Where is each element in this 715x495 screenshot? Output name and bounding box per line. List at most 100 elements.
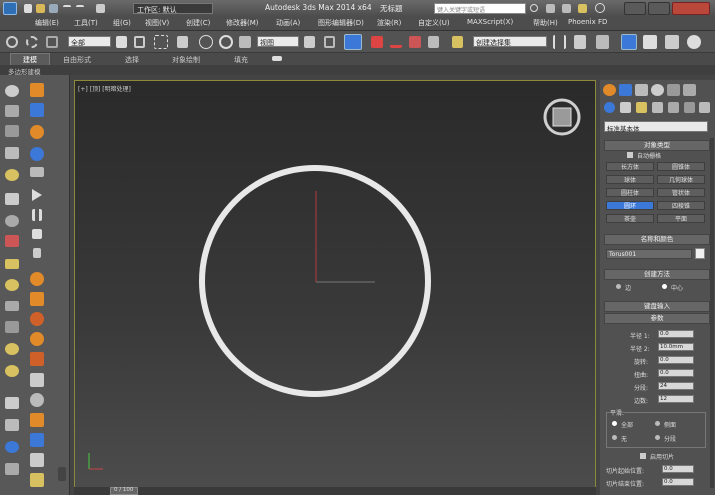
ribbon-tool-icon-11[interactable] <box>5 301 19 311</box>
render-teapot-icon[interactable] <box>687 35 701 49</box>
communication-icon[interactable] <box>562 4 571 13</box>
stop-icon[interactable] <box>32 229 42 239</box>
creation-edge-radio[interactable] <box>616 284 621 289</box>
object-name-field[interactable]: Torus001 <box>606 249 692 259</box>
fx-tool-icon-4[interactable] <box>30 332 44 346</box>
cameras-icon[interactable] <box>652 102 663 113</box>
space-warps-icon[interactable] <box>684 102 695 113</box>
rotate-icon[interactable] <box>219 35 233 49</box>
utilities-tab-icon[interactable] <box>683 84 696 96</box>
render-setup-icon[interactable] <box>665 35 679 49</box>
menu-help[interactable]: 帮助(H) <box>533 18 558 28</box>
param-rotation-spinner[interactable]: 0.0 <box>658 356 694 364</box>
window-crossing-icon[interactable] <box>177 36 188 48</box>
snap-toggle-icon[interactable] <box>371 36 383 48</box>
reference-coordinate-dropdown[interactable]: 视图 <box>257 36 299 47</box>
save-file-icon[interactable] <box>49 4 58 13</box>
menu-tools[interactable]: 工具(T) <box>74 18 98 28</box>
tab-selection[interactable]: 选择 <box>125 55 139 65</box>
ribbon-tool-icon-2[interactable] <box>5 105 19 117</box>
expand-arrow-icon[interactable] <box>58 467 66 481</box>
layer-manager-icon[interactable] <box>596 35 609 49</box>
help-icon[interactable] <box>595 3 605 13</box>
viewport-top[interactable]: [+] [顶] [明暗处理] <box>74 80 596 488</box>
param-sides-spinner[interactable]: 12 <box>658 395 694 403</box>
tab-modeling[interactable]: 建模 <box>10 53 50 65</box>
scale-icon[interactable] <box>239 36 251 48</box>
ribbon-tool-icon-9[interactable] <box>5 259 19 269</box>
modify-tab-icon[interactable] <box>619 84 632 96</box>
menu-group[interactable]: 组(G) <box>113 18 131 28</box>
lights-icon[interactable] <box>636 102 647 113</box>
menu-animation[interactable]: 动画(A) <box>276 18 300 28</box>
cone-button[interactable]: 圆锥体 <box>657 162 705 171</box>
slice-to-spinner[interactable]: 0.0 <box>662 478 694 486</box>
search-box[interactable]: 键入关键字或短语 <box>434 3 526 14</box>
slice-from-spinner[interactable]: 0.0 <box>662 465 694 473</box>
ribbon-tool-icon-12[interactable] <box>5 321 19 333</box>
pivot-point-icon[interactable] <box>304 36 315 48</box>
plane-button[interactable]: 平面 <box>657 214 705 223</box>
menu-edit[interactable]: 编辑(E) <box>35 18 59 28</box>
favorites-icon[interactable] <box>578 4 587 13</box>
link-icon[interactable] <box>6 36 18 48</box>
param-twist-spinner[interactable]: 0.0 <box>658 369 694 377</box>
new-file-icon[interactable] <box>24 4 32 13</box>
param-segments-spinner[interactable]: 24 <box>658 382 694 390</box>
ribbon-tool-icon-6[interactable] <box>5 193 19 205</box>
command-panel-scrollbar[interactable] <box>710 138 714 488</box>
ribbon-tool-icon-3[interactable] <box>5 125 19 137</box>
torus-button[interactable]: 圆环 <box>606 201 654 210</box>
undo-icon[interactable] <box>63 5 71 11</box>
slice-on-checkbox[interactable] <box>640 453 646 459</box>
named-selection-dropdown[interactable]: 创建选择集 <box>473 36 547 47</box>
subscription-icon[interactable] <box>546 4 555 13</box>
anim-tool-icon-5[interactable] <box>30 167 44 177</box>
ribbon-tool-icon-16[interactable] <box>5 419 19 431</box>
menu-phoenix-fd[interactable]: Phoenix FD <box>568 18 607 26</box>
smooth-sides-radio[interactable] <box>655 421 660 426</box>
fx-tool-icon-10[interactable] <box>30 453 44 467</box>
keyboard-entry-rollout[interactable]: 键盘输入 <box>604 301 710 312</box>
ribbon-tool-icon-1[interactable] <box>5 85 19 97</box>
graphite-toolbar-icon[interactable] <box>621 34 637 50</box>
menu-rendering[interactable]: 渲染(R) <box>377 18 401 28</box>
helpers-icon[interactable] <box>668 102 679 113</box>
select-manipulate-icon[interactable] <box>324 36 335 48</box>
anim-tool-icon-4[interactable] <box>30 147 44 161</box>
ribbon-tool-icon-10[interactable] <box>5 279 19 291</box>
ribbon-tool-icon-14[interactable] <box>5 365 19 377</box>
fx-tool-icon-11[interactable] <box>30 473 44 487</box>
create-tab-icon[interactable] <box>603 84 616 96</box>
pyramid-button[interactable]: 四棱锥 <box>657 201 705 210</box>
geosphere-button[interactable]: 几何球体 <box>657 175 705 184</box>
ribbon-tool-icon-17[interactable] <box>5 441 19 453</box>
pause-icon[interactable] <box>32 209 42 221</box>
tab-freeform[interactable]: 自由形式 <box>63 55 91 65</box>
percent-snap-icon[interactable] <box>409 36 421 48</box>
menu-graph-editors[interactable]: 图形编辑器(D) <box>318 18 364 28</box>
param-radius2-spinner[interactable]: 10.0mm <box>658 343 694 351</box>
menu-views[interactable]: 视图(V) <box>145 18 169 28</box>
param-radius1-spinner[interactable]: 0.0 <box>658 330 694 338</box>
play-icon[interactable] <box>32 189 42 201</box>
ribbon-tool-icon-7[interactable] <box>5 215 19 227</box>
tube-button[interactable]: 管状体 <box>657 188 705 197</box>
anim-tool-icon-2[interactable] <box>30 103 44 117</box>
smooth-segment-radio[interactable] <box>655 435 660 440</box>
ribbon-tool-icon-4[interactable] <box>5 147 19 159</box>
spinner-snap-icon[interactable] <box>428 36 439 48</box>
unlink-icon[interactable] <box>26 36 38 48</box>
fx-tool-icon-8[interactable] <box>30 413 44 427</box>
select-by-name-icon[interactable] <box>134 36 145 48</box>
fx-tool-icon-6[interactable] <box>30 373 44 387</box>
open-file-icon[interactable] <box>36 4 45 13</box>
select-object-icon[interactable] <box>116 36 127 48</box>
motion-tab-icon[interactable] <box>651 84 664 96</box>
ribbon-tool-icon-5[interactable] <box>5 169 19 181</box>
object-type-rollout[interactable]: 对象类型 <box>604 140 710 151</box>
project-folder-icon[interactable] <box>96 4 105 13</box>
rectangular-selection-icon[interactable] <box>154 35 168 49</box>
fx-tool-icon-5[interactable] <box>30 352 44 366</box>
mirror-icon[interactable] <box>553 35 566 49</box>
